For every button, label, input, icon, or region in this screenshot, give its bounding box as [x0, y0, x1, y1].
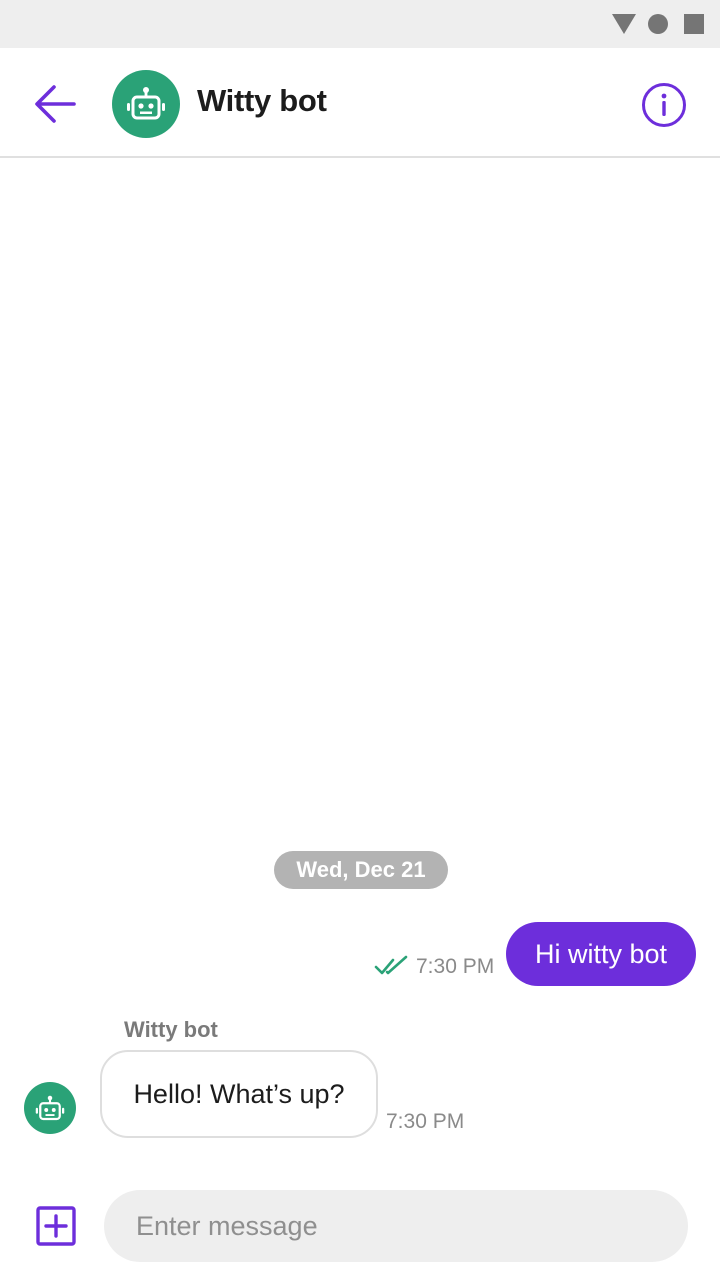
incoming-message-bubble[interactable]: Hello! What’s up?	[100, 1050, 378, 1138]
signal-triangle-icon	[612, 14, 636, 34]
message-time: 7:30 PM	[416, 955, 495, 978]
chat-title: Witty bot	[197, 83, 327, 118]
double-check-icon	[374, 955, 408, 975]
outgoing-message-bubble[interactable]: Hi witty bot	[506, 922, 696, 986]
arrow-back-icon	[35, 85, 76, 123]
sender-name: Witty bot	[124, 1017, 218, 1042]
status-bar	[0, 0, 720, 48]
status-circle-icon	[648, 14, 668, 34]
app-bar: Witty bot	[0, 48, 720, 158]
message-input[interactable]	[104, 1190, 688, 1262]
info-button[interactable]	[640, 81, 688, 129]
sender-avatar[interactable]	[24, 1082, 76, 1134]
robot-icon	[127, 87, 165, 120]
info-icon	[642, 83, 686, 127]
status-square-icon	[684, 14, 704, 34]
back-button[interactable]	[26, 78, 82, 130]
message-time: 7:30 PM	[386, 1110, 465, 1133]
add-square-icon	[36, 1206, 76, 1246]
bot-avatar[interactable]	[112, 70, 180, 138]
add-attachment-button[interactable]	[36, 1206, 76, 1246]
robot-icon	[35, 1095, 65, 1120]
date-chip: Wed, Dec 21	[274, 851, 448, 889]
